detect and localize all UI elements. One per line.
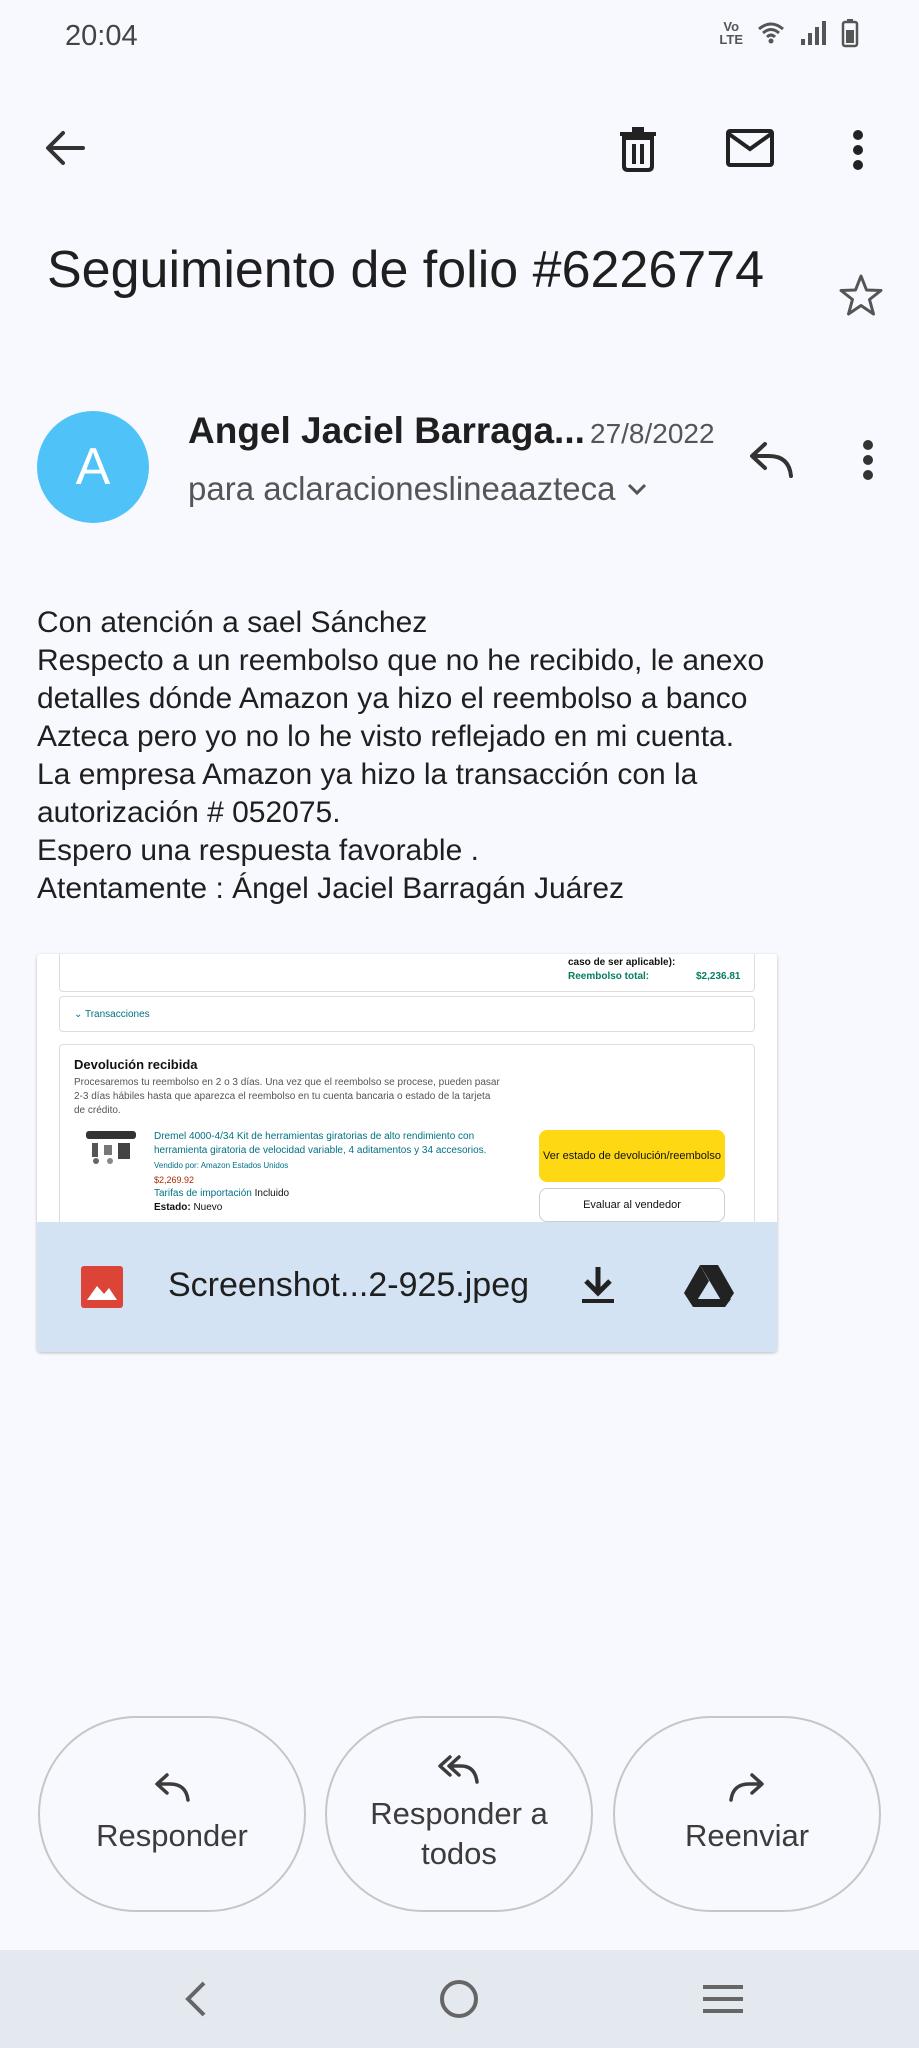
forward-button[interactable]: Reenviar <box>613 1716 881 1912</box>
image-file-icon <box>81 1266 123 1308</box>
recipient-label: para aclaracioneslineaazteca <box>188 470 616 507</box>
preview-transactions-box: ⌄ Transacciones <box>59 996 755 1032</box>
signal-icon <box>801 21 826 45</box>
trash-icon[interactable] <box>612 122 664 176</box>
attachment-card[interactable]: caso de ser aplicable): Reembolso total:… <box>37 954 777 1352</box>
message-more-icon[interactable] <box>854 436 882 484</box>
nav-back-icon[interactable] <box>170 1974 220 2024</box>
preview-import-fees-label: Tarifas de importación <box>154 1188 252 1199</box>
preview-product-name: Dremel 4000-4/34 Kit de herramientas gir… <box>154 1131 475 1142</box>
email-body: Con atención a sael Sánchez Respecto a u… <box>37 604 877 908</box>
preview-return-desc: de crédito. <box>74 1105 121 1116</box>
preview-transactions-link: ⌄ Transacciones <box>74 1009 150 1020</box>
preview-refund-box: caso de ser aplicable): Reembolso total:… <box>59 954 755 992</box>
preview-refund-label: Reembolso total: <box>568 971 650 982</box>
preview-return-title: Devolución recibida <box>74 1057 198 1072</box>
attachment-preview[interactable]: caso de ser aplicable): Reembolso total:… <box>37 954 777 1222</box>
body-line: Con atención a sael Sánchez <box>37 606 428 639</box>
product-thumbnail <box>86 1131 136 1164</box>
email-subject: Seguimiento de folio #6226774 <box>47 241 765 299</box>
preview-import-fees-value: Incluido <box>254 1188 290 1199</box>
body-line: detalles dónde Amazon ya hizo el reembol… <box>37 682 748 715</box>
body-line: La empresa Amazon ya hizo la transacción… <box>37 758 698 791</box>
reply-icon[interactable] <box>744 436 796 484</box>
body-line: Azteca pero yo no lo he visto reflejado … <box>37 720 735 753</box>
preview-rate-button: Evaluar al vendedor <box>539 1188 725 1222</box>
battery-icon <box>841 19 859 48</box>
reply-all-icon <box>438 1755 479 1784</box>
preview-case-text: caso de ser aplicable): <box>568 957 676 968</box>
forward-icon <box>729 1773 764 1802</box>
preview-price: $2,269.92 <box>154 1175 195 1185</box>
download-icon[interactable] <box>573 1260 623 1310</box>
sender-name[interactable]: Angel Jaciel Barraga... <box>188 410 585 452</box>
attachment-bar[interactable]: Screenshot...2-925.jpeg <box>37 1222 777 1352</box>
preview-seller: Vendido por: Amazon Estados Unidos <box>154 1161 289 1170</box>
reply-label: Responder <box>96 1818 248 1853</box>
reply-icon <box>155 1773 190 1802</box>
body-line: autorización # 052075. <box>37 796 341 829</box>
more-vert-icon[interactable] <box>842 124 874 176</box>
wifi-icon <box>758 22 784 44</box>
preview-refund-value: $2,236.81 <box>696 971 741 982</box>
status-time: 20:04 <box>65 20 138 52</box>
back-arrow-icon[interactable] <box>36 120 92 176</box>
star-icon[interactable] <box>836 270 886 320</box>
preview-product-name: herramienta giratoria de velocidad varia… <box>154 1145 487 1156</box>
preview-return-desc: 2-3 días hábiles hasta que aparezca el r… <box>74 1091 491 1102</box>
drive-icon[interactable] <box>681 1260 737 1310</box>
forward-label: Reenviar <box>684 1818 810 1853</box>
recipient-details[interactable]: para aclaracioneslineaazteca <box>188 470 649 508</box>
system-nav-bar <box>0 1950 919 2048</box>
sender-date: 27/8/2022 <box>590 418 715 449</box>
body-line: Espero una respuesta favorable . <box>37 834 479 867</box>
body-line: Respecto a un reembolso que no he recibi… <box>37 644 765 677</box>
attachment-filename: Screenshot...2-925.jpeg <box>168 1266 530 1304</box>
reply-all-button[interactable]: Responder a todos <box>325 1716 593 1912</box>
preview-return-desc: Procesaremos tu reembolso en 2 o 3 días.… <box>74 1077 500 1088</box>
volte-icon: Vo LTE <box>719 19 743 47</box>
nav-home-icon[interactable] <box>434 1974 484 2024</box>
body-line: Atentamente : Ángel Jaciel Barragán Juár… <box>37 872 625 905</box>
preview-state-label: Estado: <box>154 1202 191 1213</box>
mail-icon[interactable] <box>724 126 776 170</box>
chevron-down-icon <box>628 483 647 496</box>
status-icons: Vo LTE <box>719 18 859 48</box>
reply-button[interactable]: Responder <box>38 1716 306 1912</box>
sender-avatar[interactable]: A <box>37 411 149 523</box>
preview-state-value: Nuevo <box>193 1202 223 1213</box>
reply-all-label: Responder a todos <box>370 1796 548 1871</box>
preview-status-button: Ver estado de devolución/reembolso <box>539 1130 725 1182</box>
nav-recents-icon[interactable] <box>698 1974 748 2024</box>
